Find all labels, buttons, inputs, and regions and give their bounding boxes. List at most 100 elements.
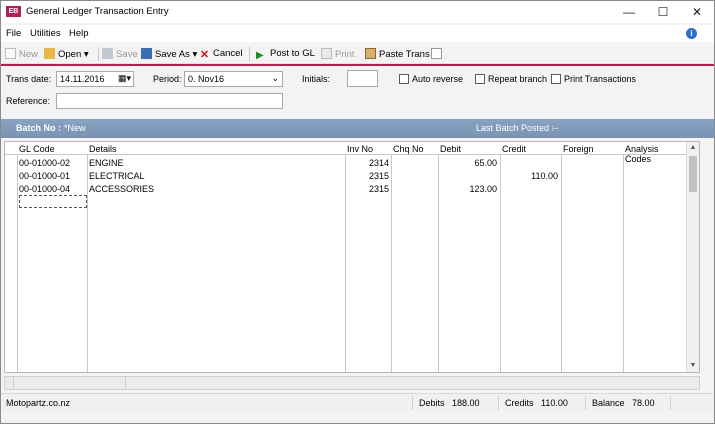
status-divider <box>498 396 499 410</box>
print-transactions-checkbox[interactable] <box>551 74 561 84</box>
chevron-down-icon: ▾ <box>192 49 198 60</box>
cancel-label: Cancel <box>213 48 243 59</box>
column-header-foreign[interactable]: Foreign <box>563 144 594 154</box>
title-bar: EB General Ledger Transaction Entry — ☐ … <box>1 1 714 23</box>
menu-utilities[interactable]: Utilities <box>30 28 61 39</box>
repeat-branch-label: Repeat branch <box>488 74 548 84</box>
scroll-down-icon[interactable]: ▼ <box>687 360 699 372</box>
post-to-gl-button[interactable]: ▶ Post to GL <box>256 48 315 61</box>
gl-code-cell[interactable]: 00-01000-01 <box>19 171 70 181</box>
new-button[interactable]: New <box>5 48 38 60</box>
credit-cell[interactable]: 110.00 <box>500 171 558 181</box>
menu-file[interactable]: File <box>6 28 21 39</box>
new-document-icon <box>5 48 16 59</box>
batch-no-value: *New <box>64 123 86 133</box>
folder-icon <box>44 48 55 59</box>
save-label: Save <box>116 49 138 60</box>
grid-header: GL Code Details Inv No Chq No Debit Cred… <box>5 142 687 164</box>
print-label: Print <box>335 49 355 60</box>
scroll-up-icon[interactable]: ▲ <box>687 142 699 154</box>
column-header-chq-no[interactable]: Chq No <box>393 144 424 154</box>
column-header-debit[interactable]: Debit <box>440 144 461 154</box>
minimize-icon: — <box>623 5 635 19</box>
paste-label: Paste Trans <box>379 49 430 60</box>
balance-label: Balance <box>592 398 625 408</box>
column-header-gl-code[interactable]: GL Code <box>19 144 55 154</box>
reference-label: Reference: <box>6 96 51 106</box>
cancel-button[interactable]: ✕ Cancel <box>199 48 243 61</box>
vertical-scrollbar[interactable]: ▲ ▼ <box>686 142 699 372</box>
toolbar-divider <box>98 47 99 61</box>
new-label: New <box>19 49 39 60</box>
period-label: Period: <box>153 74 182 84</box>
transaction-grid[interactable]: GL Code Details Inv No Chq No Debit Cred… <box>4 141 700 373</box>
save-button[interactable]: Save <box>102 48 138 60</box>
inv-no-cell[interactable]: 2314 <box>345 158 389 168</box>
save-icon <box>102 48 113 59</box>
open-button[interactable]: Open ▾ <box>44 48 89 60</box>
credits-total: 110.00 <box>541 398 568 408</box>
scroll-thumb[interactable] <box>689 156 697 192</box>
maximize-button[interactable]: ☐ <box>646 1 680 23</box>
grid-divider <box>438 142 439 372</box>
column-header-details[interactable]: Details <box>89 144 117 154</box>
play-icon: ▶ <box>256 50 264 61</box>
gl-code-cell[interactable]: 00-01000-02 <box>19 158 70 168</box>
reference-field[interactable] <box>56 93 283 109</box>
app-window: EB General Ledger Transaction Entry — ☐ … <box>0 0 715 424</box>
close-button[interactable]: ✕ <box>680 1 714 23</box>
chevron-down-icon: ⌄ <box>271 73 279 83</box>
period-value: 0. Nov16 <box>188 74 225 84</box>
totals-row <box>4 376 700 390</box>
transaction-form: Trans date: 14.11.2016 ▦▾ Period: 0. Nov… <box>1 66 714 118</box>
toolbar: New Open ▾ Save Save As ▾ ✕ Cancel ▶ Post … <box>1 44 714 64</box>
debits-label: Debits <box>419 398 445 408</box>
status-divider <box>412 396 413 410</box>
menu-help[interactable]: Help <box>69 28 89 39</box>
debit-cell[interactable]: 123.00 <box>438 184 497 194</box>
gl-code-cell[interactable]: 00-01000-04 <box>19 184 70 194</box>
grid-divider <box>623 142 624 372</box>
minimize-button[interactable]: — <box>612 1 646 23</box>
trans-date-value: 14.11.2016 <box>60 74 105 84</box>
debit-cell[interactable]: 65.00 <box>438 158 497 168</box>
period-select[interactable]: 0. Nov16 ⌄ <box>184 71 283 87</box>
grid-divider <box>17 142 18 372</box>
trans-date-field[interactable]: 14.11.2016 ▦▾ <box>56 71 134 87</box>
status-bar: Motopartz.co.nz Debits 188.00 Credits 11… <box>1 393 714 411</box>
details-cell[interactable]: ACCESSORIES <box>89 184 154 194</box>
chevron-down-icon: ▾ <box>83 49 89 60</box>
calendar-icon[interactable]: ▦▾ <box>118 73 131 84</box>
save-as-button[interactable]: Save As ▾ <box>141 48 197 60</box>
grid-divider <box>87 142 88 372</box>
open-label: Open <box>58 49 82 60</box>
printer-icon <box>321 48 332 59</box>
auto-reverse-checkbox[interactable] <box>399 74 409 84</box>
paste-trans-button[interactable]: Paste Trans <box>365 48 430 60</box>
column-header-inv-no[interactable]: Inv No <box>347 144 373 154</box>
print-button[interactable]: Print <box>321 48 355 60</box>
info-icon[interactable]: i <box>686 28 697 39</box>
balance-total: 78.00 <box>632 398 655 408</box>
last-batch-label: Last Batch Posted : <box>476 123 555 133</box>
auto-reverse-label: Auto reverse <box>412 74 464 84</box>
details-cell[interactable]: ENGINE <box>89 158 124 168</box>
print-transactions-label: Print Transactions <box>564 74 637 84</box>
post-label: Post to GL <box>270 48 315 59</box>
inv-no-cell[interactable]: 2315 <box>345 171 389 181</box>
initials-label: Initials: <box>302 74 331 84</box>
details-cell[interactable]: ELECTRICAL <box>89 171 145 181</box>
inv-no-cell[interactable]: 2315 <box>345 184 389 194</box>
new-entry-cell[interactable] <box>19 195 87 208</box>
column-header-analysis-codes[interactable]: Analysis Codes <box>625 144 687 164</box>
batch-bar: Batch No : *New Last Batch Posted : -- <box>1 119 714 138</box>
batch-no-label: Batch No : <box>16 123 61 133</box>
status-divider <box>585 396 586 410</box>
initials-field[interactable] <box>347 70 378 87</box>
clipboard-icon[interactable] <box>431 48 445 60</box>
column-header-credit[interactable]: Credit <box>502 144 526 154</box>
app-logo-icon: EB <box>6 6 21 17</box>
document-icon <box>431 48 442 59</box>
repeat-branch-checkbox[interactable] <box>475 74 485 84</box>
summary-divider <box>125 377 126 389</box>
